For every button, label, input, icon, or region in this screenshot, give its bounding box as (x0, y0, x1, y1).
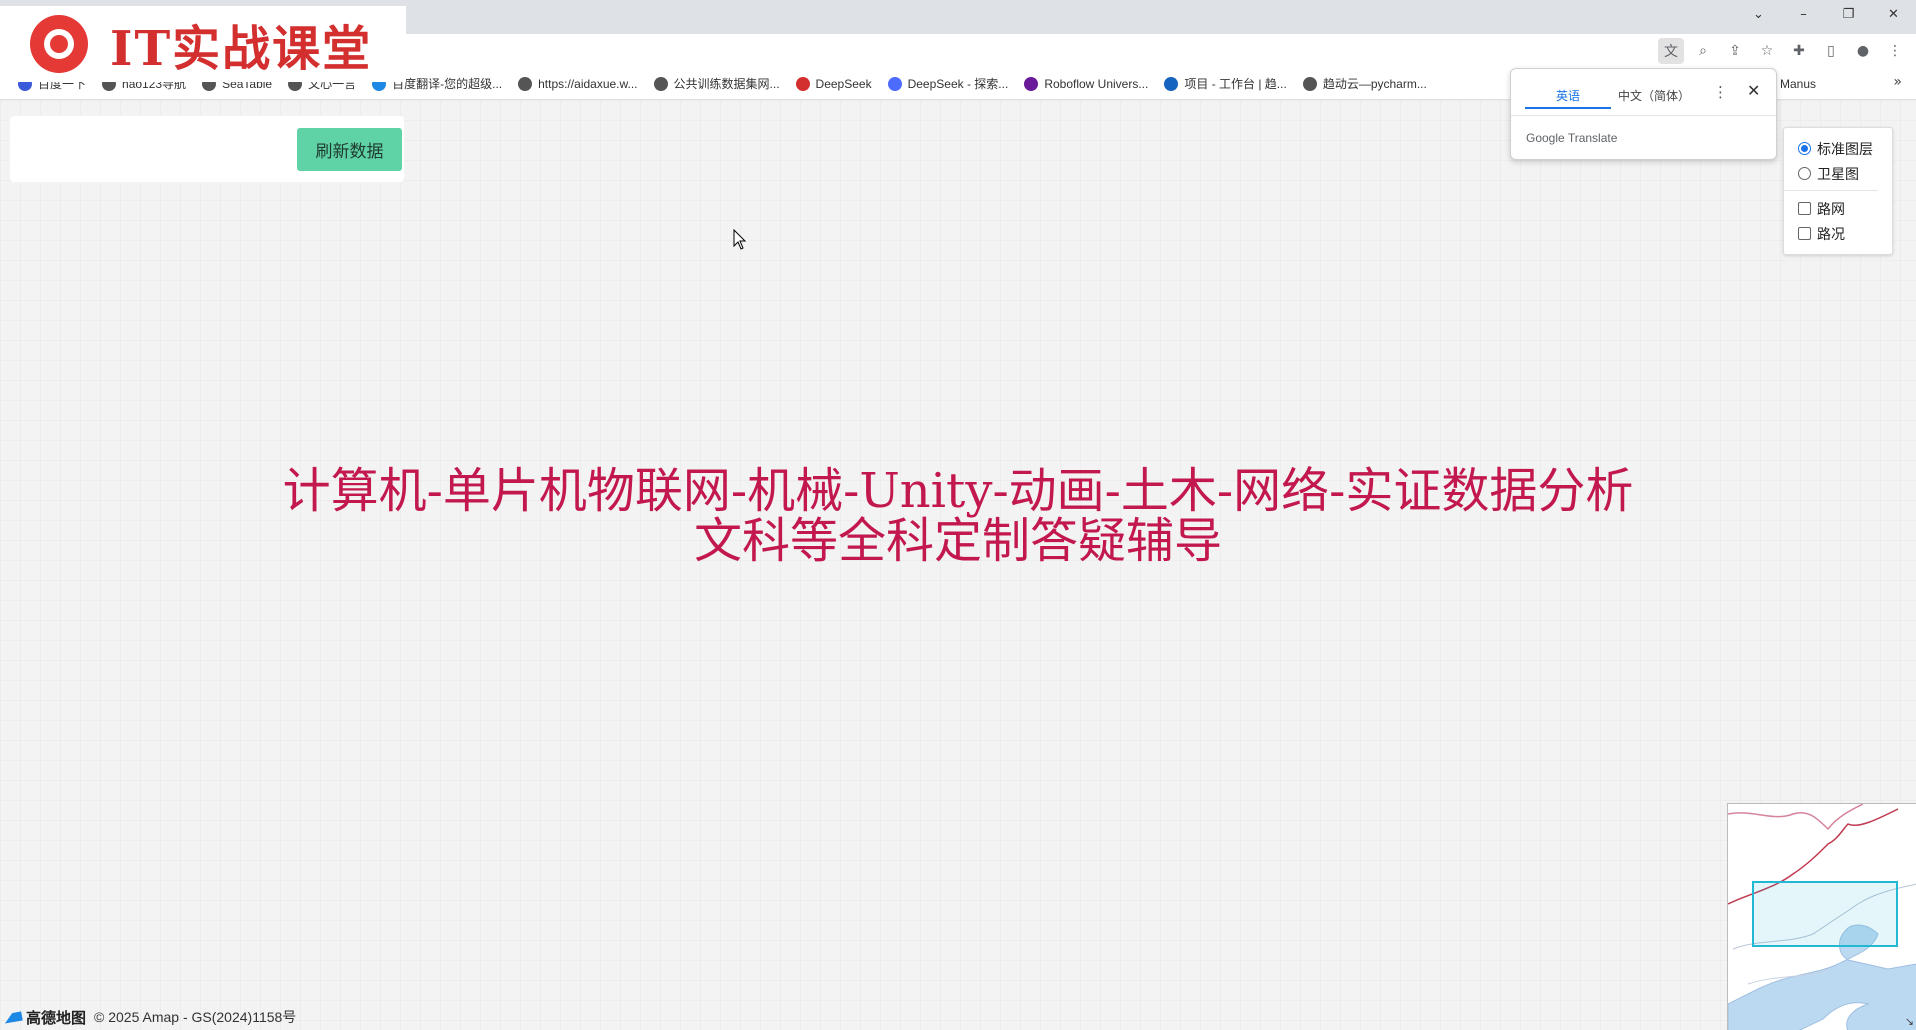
map-attribution: 高德地图 © 2025 Amap - GS(2024)1158号 (3, 1007, 297, 1028)
bookmark-item[interactable]: 公共训练数据集网... (646, 72, 788, 96)
layer-roadnet[interactable]: 路网 (1798, 196, 1892, 221)
bookmark-item[interactable]: DeepSeek (788, 72, 880, 96)
translate-popup: 英语 中文（简体） ⋮ ✕ Google Translate (1510, 68, 1777, 160)
bookmark-item[interactable]: 趋动云—pycharm... (1295, 72, 1435, 96)
bookmark-item[interactable]: DeepSeek - 探索... (880, 72, 1017, 96)
translate-close-icon[interactable]: ✕ (1747, 81, 1760, 100)
bookmark-label: DeepSeek - 探索... (907, 77, 1009, 91)
layer-roadnet-checkbox[interactable] (1798, 202, 1811, 215)
layer-satellite[interactable]: 卫星图 (1798, 161, 1892, 186)
control-panel: 刷新数据 (10, 116, 404, 182)
bookmark-favicon-icon (1164, 76, 1179, 91)
tab-english[interactable]: 英语 (1525, 83, 1611, 109)
bookmark-item[interactable]: Roboflow Univers... (1016, 72, 1156, 96)
layer-satellite-label: 卫星图 (1817, 165, 1859, 182)
layer-traffic-label: 路况 (1817, 225, 1845, 242)
translate-tabs: 英语 中文（简体） (1525, 83, 1697, 109)
layer-roadnet-label: 路网 (1817, 200, 1845, 217)
tab-chinese-simplified[interactable]: 中文（简体） (1611, 83, 1697, 109)
promo-line-2: 文科等全科定制答疑辅导 (693, 513, 1222, 569)
bookmark-favicon-icon (795, 76, 810, 91)
logo-text: IT实战课堂 (110, 21, 373, 77)
bookmark-label: 趋动云—pycharm... (1322, 77, 1427, 91)
star-icon[interactable]: ☆ (1754, 38, 1780, 64)
bookmark-favicon-icon (1024, 76, 1039, 91)
layer-traffic-checkbox[interactable] (1798, 227, 1811, 240)
translate-menu-icon[interactable]: ⋮ (1713, 83, 1728, 101)
refresh-data-button[interactable]: 刷新数据 (297, 128, 402, 171)
share-icon[interactable]: ⇪ (1722, 38, 1748, 64)
minimap-toggle-icon[interactable]: ↘ (1905, 1015, 1914, 1028)
profile-icon[interactable]: ● (1850, 38, 1876, 64)
bookmark-favicon-icon (653, 76, 668, 91)
layer-standard[interactable]: 标准图层 (1798, 136, 1892, 161)
layer-traffic[interactable]: 路况 (1798, 221, 1892, 246)
sidepanel-icon[interactable]: ▯ (1818, 38, 1844, 64)
toolbar-icons: 文 ⌕ ⇪ ☆ ✚ ▯ ● ⋮ (1658, 38, 1908, 64)
bookmark-label: DeepSeek (815, 76, 872, 91)
overview-minimap[interactable]: ↘ (1727, 803, 1916, 1030)
minimap-viewport[interactable] (1752, 881, 1898, 947)
layer-switcher: 标准图层 卫星图 路网 路况 (1783, 127, 1893, 255)
zoom-icon[interactable]: ⌕ (1690, 38, 1716, 64)
minimize-button[interactable]: – (1781, 0, 1826, 28)
bookmark-label: https://aidaxue.w... (538, 76, 638, 91)
bookmarks-overflow-icon[interactable]: » (1893, 74, 1902, 90)
promo-line-1: 计算机-单片机物联网-机械-Unity-动画-土木-网络-实证数据分析 (282, 463, 1634, 519)
layer-divider (1784, 190, 1878, 191)
translate-divider (1511, 115, 1776, 116)
bookmark-label: 百度翻译-您的超级... (392, 77, 503, 91)
translate-icon[interactable]: 文 (1658, 38, 1684, 64)
google-translate-label: Google Translate (1526, 131, 1618, 145)
menu-icon[interactable]: ⋮ (1882, 38, 1908, 64)
restore-button[interactable]: ❐ (1826, 0, 1871, 28)
bookmark-label: 公共训练数据集网... (673, 77, 780, 91)
logo-ring-icon (30, 15, 88, 73)
layer-satellite-radio[interactable] (1798, 167, 1811, 180)
tab-search-button[interactable]: ⌄ (1736, 0, 1781, 28)
copyright-text: © 2025 Amap - GS(2024)1158号 (94, 1009, 297, 1025)
bookmark-label: Roboflow Univers... (1044, 76, 1149, 91)
promo-overlay-text: 计算机-单片机物联网-机械-Unity-动画-土木-网络-实证数据分析 文科等全… (0, 466, 1916, 566)
bookmark-favicon-icon (887, 76, 902, 91)
logo-watermark: IT实战课堂 (0, 6, 406, 82)
bookmark-label: 项目 - 工作台 | 趋... (1184, 77, 1287, 91)
amap-logo[interactable]: 高德地图 (3, 1007, 87, 1028)
mouse-cursor-icon (733, 229, 747, 250)
window-controls: ⌄ – ❐ ✕ (1736, 0, 1916, 28)
close-window-button[interactable]: ✕ (1871, 0, 1916, 28)
layer-standard-label: 标准图层 (1817, 140, 1873, 157)
layer-standard-radio[interactable] (1798, 142, 1811, 155)
amap-brand: 高德地图 (26, 1009, 87, 1027)
bookmark-item[interactable]: https://aidaxue.w... (510, 72, 645, 96)
bookmark-item-manus[interactable]: Manus (1772, 72, 1824, 96)
bookmark-favicon-icon (518, 76, 533, 91)
extensions-icon[interactable]: ✚ (1786, 38, 1812, 64)
bookmark-favicon-icon (1302, 76, 1317, 91)
amap-arrow-icon (3, 1011, 23, 1023)
bookmark-item[interactable]: 项目 - 工作台 | 趋... (1156, 72, 1294, 96)
